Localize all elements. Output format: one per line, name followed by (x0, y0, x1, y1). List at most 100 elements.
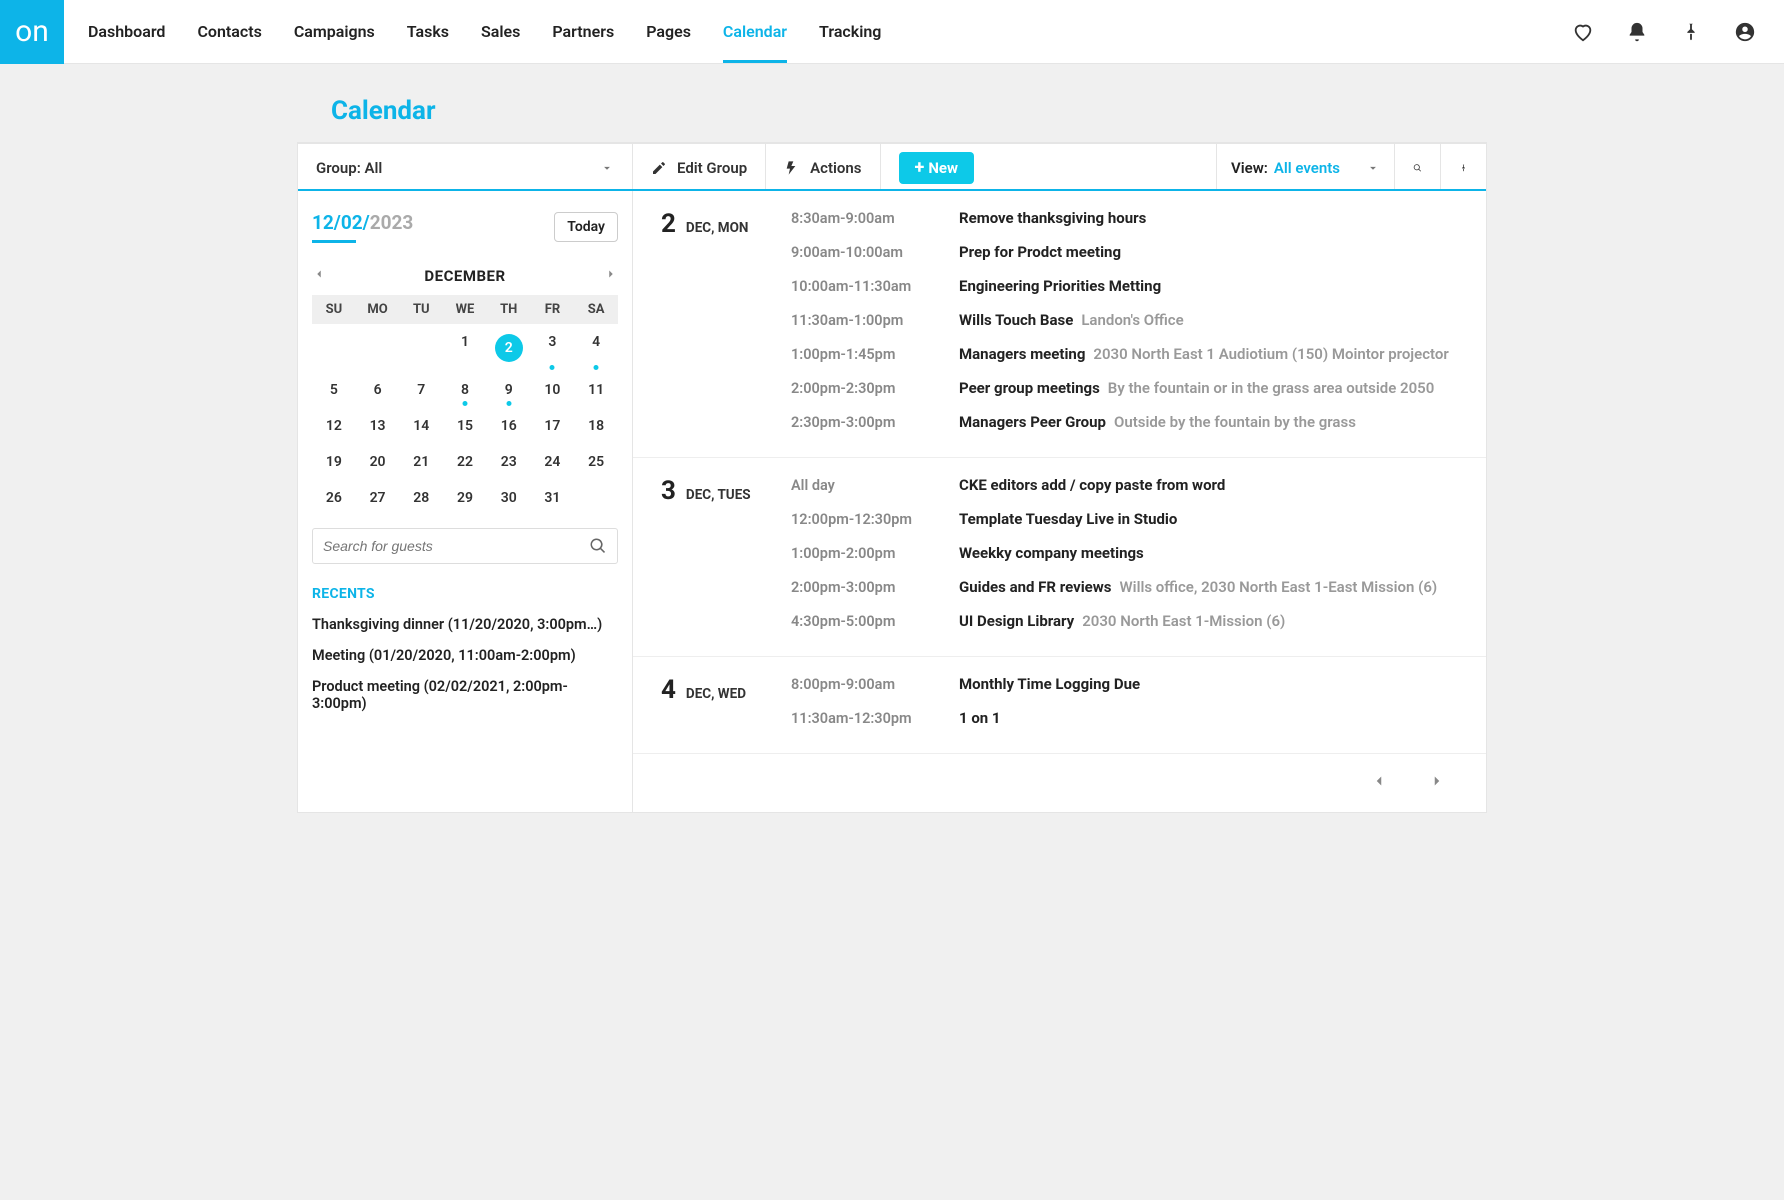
search-button[interactable] (1394, 144, 1440, 191)
event-title: Engineering Priorities Metting (959, 277, 1161, 295)
event-location: Outside by the fountain by the grass (1114, 413, 1356, 431)
event-row[interactable]: 4:30pm-5:00pmUI Design Library2030 North… (791, 604, 1462, 638)
event-row[interactable]: 2:00pm-3:00pmGuides and FR reviewsWills … (791, 570, 1462, 604)
nav-pages[interactable]: Pages (646, 0, 691, 63)
calendar-day: . (356, 324, 400, 372)
calendar-card: Group: All Edit Group Actions + New View… (297, 142, 1487, 813)
account-icon[interactable] (1734, 21, 1756, 43)
calendar-day[interactable]: 18 (574, 408, 618, 444)
calendar-day[interactable]: 23 (487, 444, 531, 480)
recent-item[interactable]: Thanksgiving dinner (11/20/2020, 3:00pm…… (312, 616, 618, 633)
event-row[interactable]: 8:00pm-9:00amMonthly Time Logging Due (791, 675, 1462, 701)
prev-month-button[interactable] (312, 267, 326, 285)
calendar-day[interactable]: 22 (443, 444, 487, 480)
event-row[interactable]: 10:00am-11:30amEngineering Priorities Me… (791, 269, 1462, 303)
heart-icon[interactable] (1572, 21, 1594, 43)
calendar-day[interactable]: 2 (487, 324, 531, 372)
calendar-day[interactable]: 26 (312, 480, 356, 516)
calendar-day[interactable]: 21 (399, 444, 443, 480)
day-block: 4DEC, WED8:00pm-9:00amMonthly Time Loggi… (633, 657, 1486, 754)
month-label: DECEMBER (424, 267, 505, 285)
pin-view-button[interactable] (1440, 144, 1486, 191)
calendar-day[interactable]: 13 (356, 408, 400, 444)
event-row[interactable]: 1:00pm-2:00pmWeekky company meetings (791, 536, 1462, 570)
new-button[interactable]: + New (899, 152, 975, 184)
event-title: Wills Touch Base (959, 311, 1073, 329)
calendar-day[interactable]: 6 (356, 372, 400, 408)
event-row[interactable]: 11:30am-12:30pm1 on 1 (791, 701, 1462, 735)
weekday-label: TH (487, 295, 531, 324)
calendar-day[interactable]: 24 (531, 444, 575, 480)
today-button[interactable]: Today (554, 212, 618, 242)
calendar-day[interactable]: 12 (312, 408, 356, 444)
pin-icon[interactable] (1680, 21, 1702, 43)
calendar-day[interactable]: 3 (531, 324, 575, 372)
day-number: 3 (661, 476, 676, 506)
calendar-day[interactable]: 28 (399, 480, 443, 516)
event-location: Wills office, 2030 North East 1-East Mis… (1120, 578, 1438, 596)
calendar-day[interactable]: 7 (399, 372, 443, 408)
weekday-label: WE (443, 295, 487, 324)
calendar-body: ...1234567891011121314151617181920212223… (312, 324, 618, 516)
calendar-day[interactable]: 31 (531, 480, 575, 516)
calendar-day[interactable]: 4 (574, 324, 618, 372)
edit-group-button[interactable]: Edit Group (633, 144, 766, 191)
event-title: Peer group meetings (959, 379, 1100, 397)
event-row[interactable]: 9:00am-10:00amPrep for Prodct meeting (791, 235, 1462, 269)
next-month-button[interactable] (604, 267, 618, 285)
event-time: 8:30am-9:00am (791, 210, 941, 227)
search-icon (589, 537, 607, 555)
next-page-button[interactable] (1428, 772, 1446, 794)
event-title: Weekky company meetings (959, 544, 1144, 562)
event-row[interactable]: 2:30pm-3:00pmManagers Peer GroupOutside … (791, 405, 1462, 439)
weekday-label: FR (531, 295, 575, 324)
day-label: DEC, WED (686, 686, 746, 702)
bell-icon[interactable] (1626, 21, 1648, 43)
topbar: on Dashboard Contacts Campaigns Tasks Sales P… (0, 0, 1784, 64)
calendar-day[interactable]: 14 (399, 408, 443, 444)
group-select[interactable]: Group: All (298, 144, 633, 191)
calendar-day[interactable]: 17 (531, 408, 575, 444)
event-row[interactable]: 1:00pm-1:45pmManagers meeting2030 North … (791, 337, 1462, 371)
calendar-day: . (312, 324, 356, 372)
calendar-day[interactable]: 9 (487, 372, 531, 408)
calendar-day[interactable]: 16 (487, 408, 531, 444)
calendar-day[interactable]: 30 (487, 480, 531, 516)
view-select[interactable]: View: All events (1216, 144, 1394, 191)
event-time: 8:00pm-9:00am (791, 676, 941, 693)
nav-sales[interactable]: Sales (481, 0, 520, 63)
search-input[interactable] (323, 538, 589, 554)
nav-partners[interactable]: Partners (552, 0, 614, 63)
day-label: DEC, TUES (686, 487, 751, 503)
nav-dashboard[interactable]: Dashboard (88, 0, 165, 63)
calendar-day[interactable]: 10 (531, 372, 575, 408)
recent-item[interactable]: Meeting (01/20/2020, 11:00am-2:00pm) (312, 647, 618, 664)
nav-contacts[interactable]: Contacts (197, 0, 261, 63)
calendar-day[interactable]: 25 (574, 444, 618, 480)
event-row[interactable]: All dayCKE editors add / copy paste from… (791, 476, 1462, 502)
nav-tasks[interactable]: Tasks (407, 0, 449, 63)
calendar-day[interactable]: 27 (356, 480, 400, 516)
calendar-day[interactable]: 19 (312, 444, 356, 480)
calendar-day[interactable]: 29 (443, 480, 487, 516)
calendar-day[interactable]: 1 (443, 324, 487, 372)
calendar-day[interactable]: 15 (443, 408, 487, 444)
calendar-day[interactable]: 20 (356, 444, 400, 480)
prev-page-button[interactable] (1370, 772, 1388, 794)
event-row[interactable]: 2:00pm-2:30pmPeer group meetingsBy the f… (791, 371, 1462, 405)
nav-tracking[interactable]: Tracking (819, 0, 881, 63)
event-time: 11:30am-12:30pm (791, 710, 941, 727)
event-row[interactable]: 8:30am-9:00amRemove thanksgiving hours (791, 209, 1462, 235)
guest-search[interactable] (312, 528, 618, 564)
calendar-day[interactable]: 8 (443, 372, 487, 408)
event-row[interactable]: 11:30am-1:00pmWills Touch BaseLandon's O… (791, 303, 1462, 337)
actions-button[interactable]: Actions (766, 144, 880, 191)
nav-campaigns[interactable]: Campaigns (294, 0, 375, 63)
calendar-day[interactable]: 11 (574, 372, 618, 408)
edit-group-label: Edit Group (677, 159, 747, 177)
calendar-day[interactable]: 5 (312, 372, 356, 408)
nav-calendar[interactable]: Calendar (723, 0, 787, 63)
recent-item[interactable]: Product meeting (02/02/2021, 2:00pm-3:00… (312, 678, 618, 712)
logo[interactable]: on (0, 0, 64, 64)
event-row[interactable]: 12:00pm-12:30pmTemplate Tuesday Live in … (791, 502, 1462, 536)
